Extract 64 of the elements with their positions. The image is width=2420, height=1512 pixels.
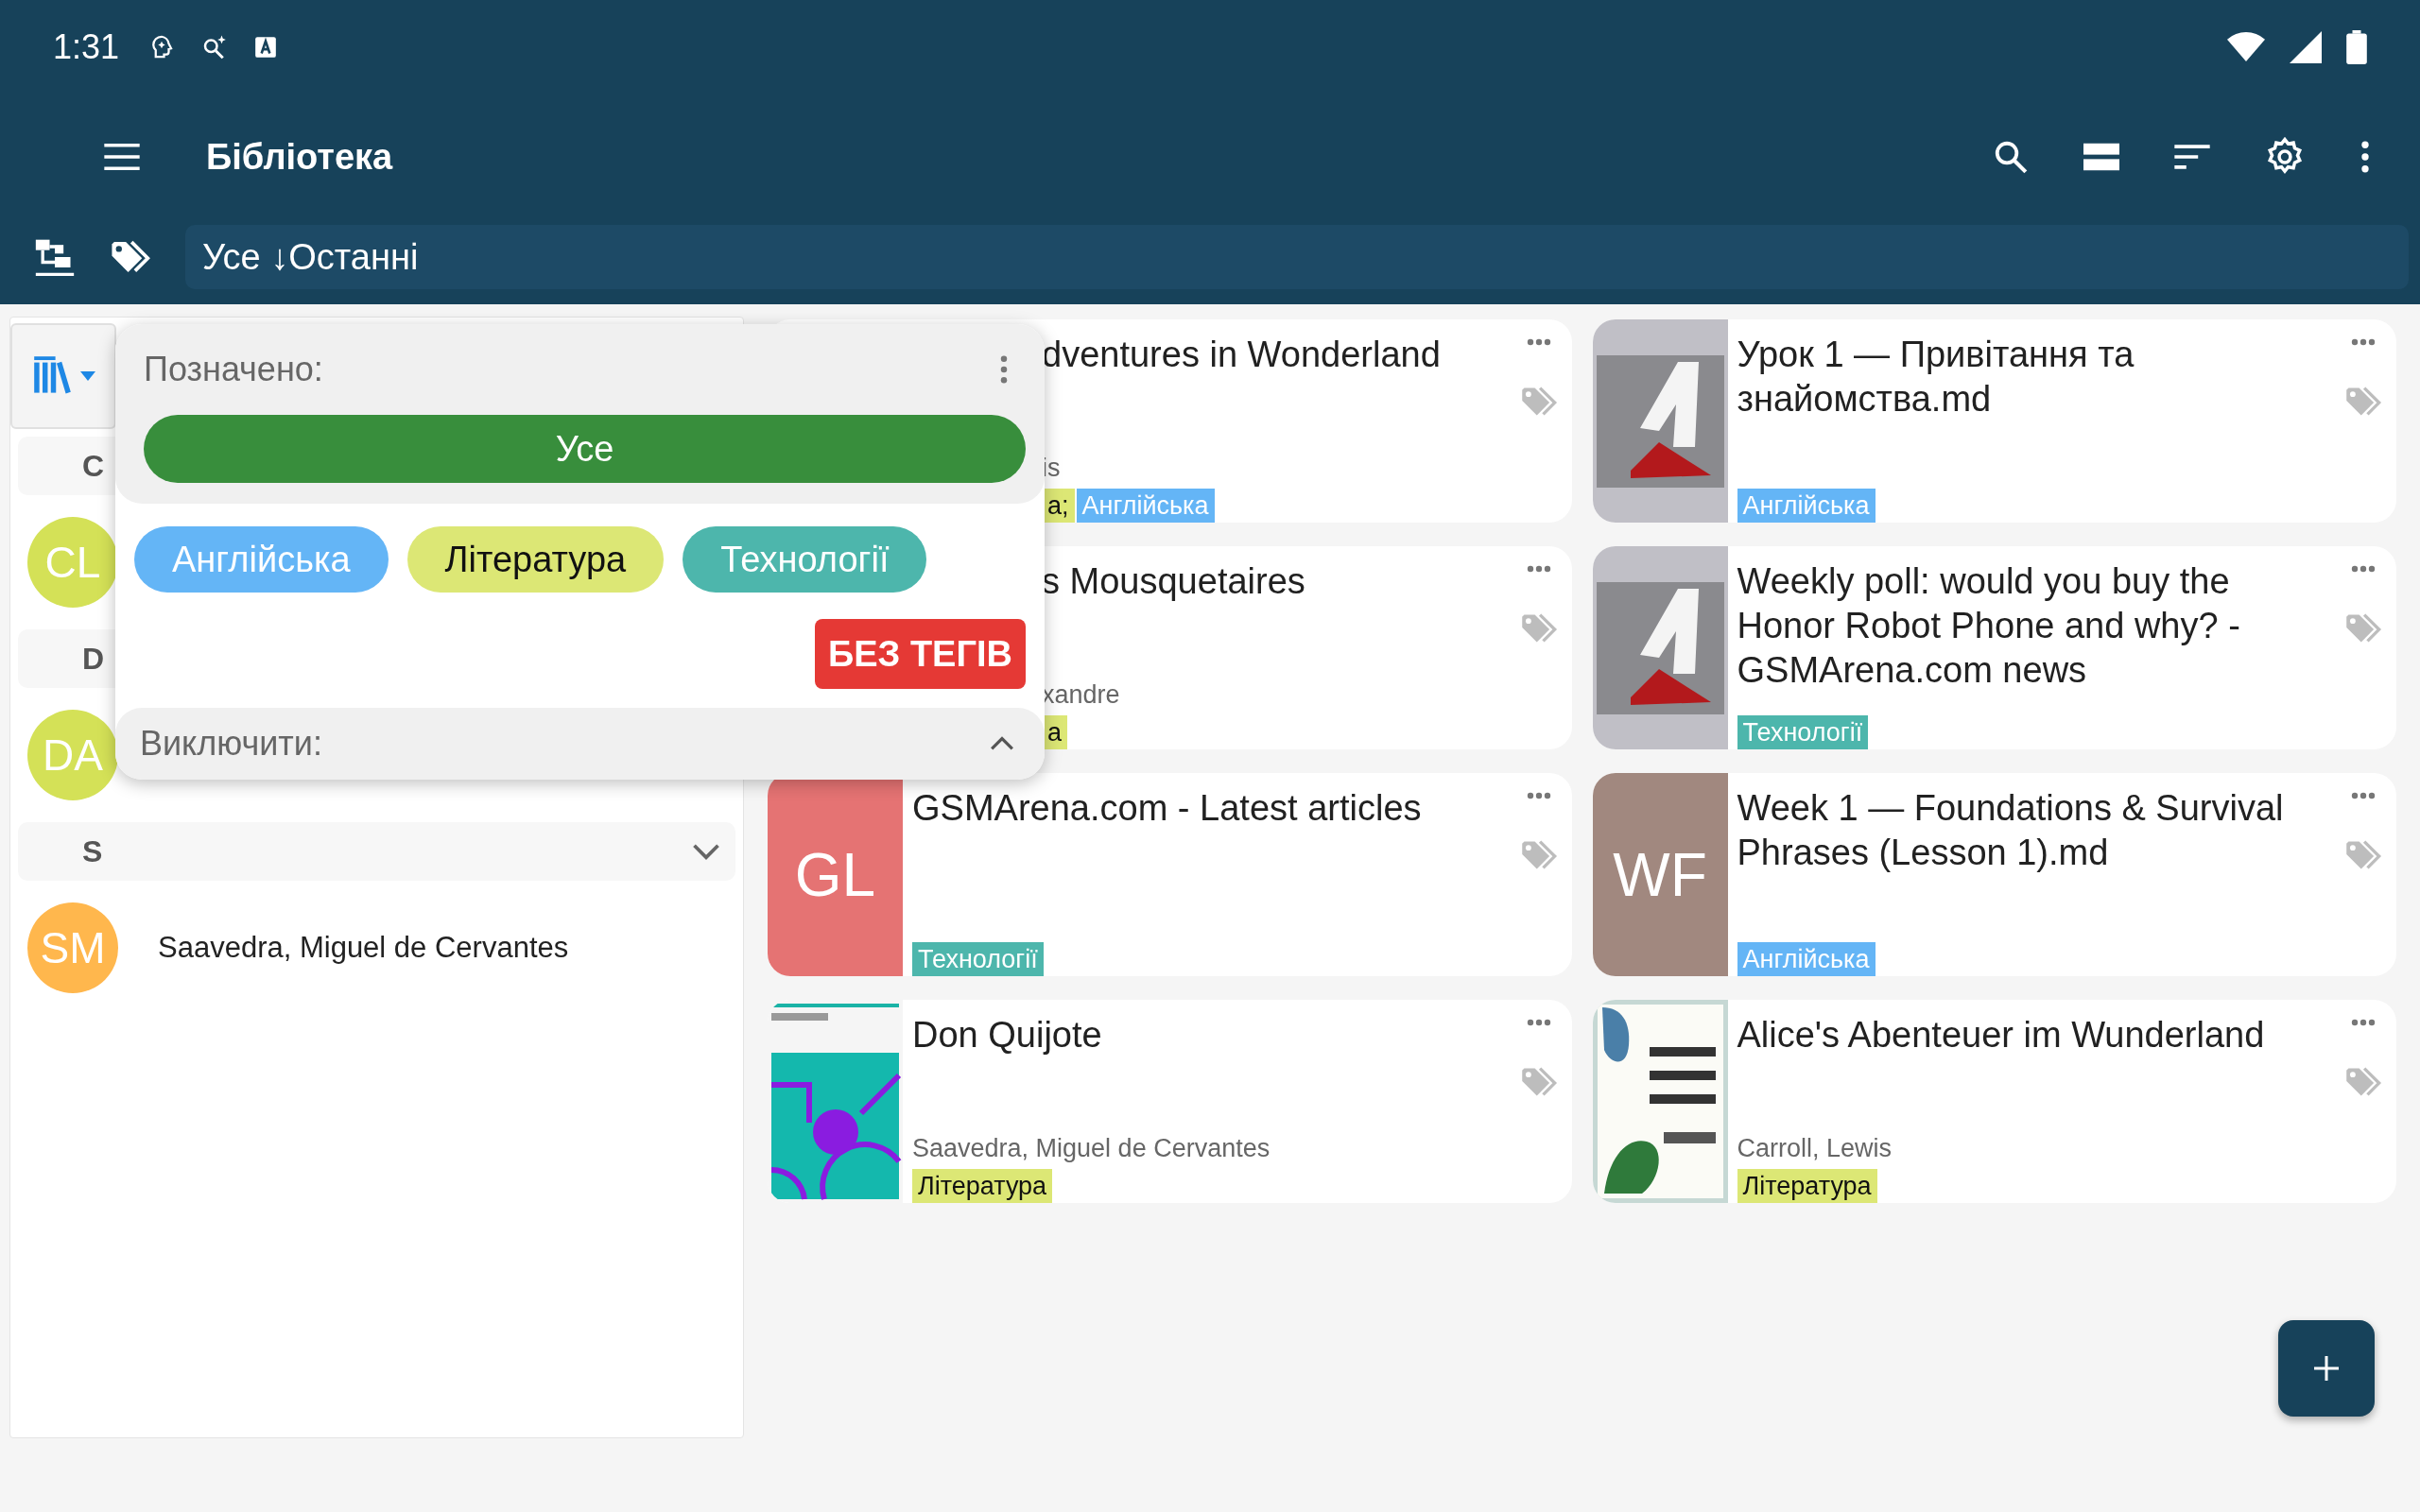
book-author: Saavedra, Miguel de Cervantes xyxy=(912,1134,1271,1163)
tag-label: Англійська xyxy=(1076,489,1215,523)
chevron-up-icon[interactable] xyxy=(990,736,1014,751)
all-tags-button[interactable]: Усе xyxy=(144,415,1026,483)
more-icon[interactable] xyxy=(2351,338,2376,346)
book-title: Урок 1 — Привітання та знайомства.md xyxy=(1737,334,2135,421)
popup-heading: Позначено: xyxy=(144,350,323,389)
app-title: Бібліотека xyxy=(206,136,393,178)
battery-icon xyxy=(2346,30,2367,64)
author-avatar: DA xyxy=(27,710,118,800)
book-card[interactable]: GL GSMArena.com - Latest articles Технології xyxy=(768,773,1572,976)
book-author: xandre xyxy=(1042,680,1121,710)
library-switch-button[interactable] xyxy=(10,323,116,429)
exclude-label: Виключити: xyxy=(140,724,322,764)
section-letter: D xyxy=(82,641,105,677)
more-icon[interactable] xyxy=(1526,1019,1551,1026)
book-card[interactable]: Weekly poll: would you buy the Honor Robot Phone and why? - GSMArena.com news Технології xyxy=(1592,546,2396,749)
exclude-section[interactable]: Виключити: xyxy=(115,708,1045,780)
search-icon[interactable] xyxy=(1993,139,2029,175)
signal-icon xyxy=(2290,31,2322,63)
more-icon[interactable] xyxy=(2351,565,2376,573)
author-avatar: SM xyxy=(27,902,118,993)
keyboard-badge-icon xyxy=(253,35,279,60)
more-icon[interactable] xyxy=(2351,1019,2376,1026)
menu-icon[interactable] xyxy=(104,144,140,170)
tag-label: Технології xyxy=(1737,715,1869,749)
more-icon[interactable] xyxy=(1526,338,1551,346)
book-card[interactable]: WF Week 1 — Foundations & Survival Phrases (Lesson 1).md Англійська xyxy=(1592,773,2396,976)
book-title: Weekly poll: would you buy the Honor Robot Phone and why? - GSMArena.com news xyxy=(1737,560,2241,692)
book-title: dventures in Wonderland xyxy=(1042,334,1442,376)
tag-label: Технології xyxy=(912,942,1044,976)
book-card[interactable]: Alice's Abenteuer im Wunderland Carroll, Lewis Література xyxy=(1592,1000,2396,1203)
chevron-down-icon[interactable] xyxy=(692,843,720,860)
tag-label: Англійська xyxy=(1737,489,1876,523)
more-icon[interactable] xyxy=(1526,565,1551,573)
book-card[interactable]: Don Quijote Saavedra, Miguel de Cervantes Література xyxy=(768,1000,1572,1203)
more-icon[interactable] xyxy=(2360,141,2371,173)
wifi-icon xyxy=(2227,31,2265,63)
book-title: Week 1 — Foundations & Survival Phrases (Lesson 1).md xyxy=(1737,787,2285,874)
section-header[interactable]: S xyxy=(18,822,735,881)
more-icon[interactable] xyxy=(1526,792,1551,799)
tag-label: Література xyxy=(912,1169,1053,1203)
author-avatar: CL xyxy=(27,517,118,608)
untagged-button[interactable]: БЕЗ ТЕГІВ xyxy=(814,619,1026,689)
author-name[interactable]: Saavedra, Miguel de Cervantes xyxy=(158,931,569,965)
status-time: 1:31 xyxy=(53,27,120,67)
tag-label: Література xyxy=(1737,1169,1877,1203)
book-title: GSMArena.com - Latest articles xyxy=(912,787,1423,830)
section-letter: C xyxy=(82,448,105,484)
dropdown-caret-icon xyxy=(80,371,95,381)
view-toggle-icon[interactable] xyxy=(2083,143,2119,171)
tag-label: Англійська xyxy=(1737,942,1876,976)
book-author: Carroll, Lewis xyxy=(1737,1134,1893,1163)
add-button[interactable] xyxy=(2278,1320,2375,1417)
plus-icon xyxy=(2312,1354,2341,1383)
book-title: Alice's Abenteuer im Wunderland xyxy=(1737,1014,2266,1057)
book-thumbnail: WF xyxy=(1592,773,1728,976)
filter-field[interactable]: Усе ↓Останні xyxy=(185,225,2409,289)
tag-chip[interactable]: Література xyxy=(406,526,665,593)
book-card[interactable]: Урок 1 — Привітання та знайомства.md Англійська xyxy=(1592,319,2396,523)
more-icon[interactable] xyxy=(2351,792,2376,799)
book-title: Don Quijote xyxy=(912,1014,1103,1057)
sort-icon[interactable] xyxy=(2174,144,2210,170)
section-letter: S xyxy=(82,833,103,869)
